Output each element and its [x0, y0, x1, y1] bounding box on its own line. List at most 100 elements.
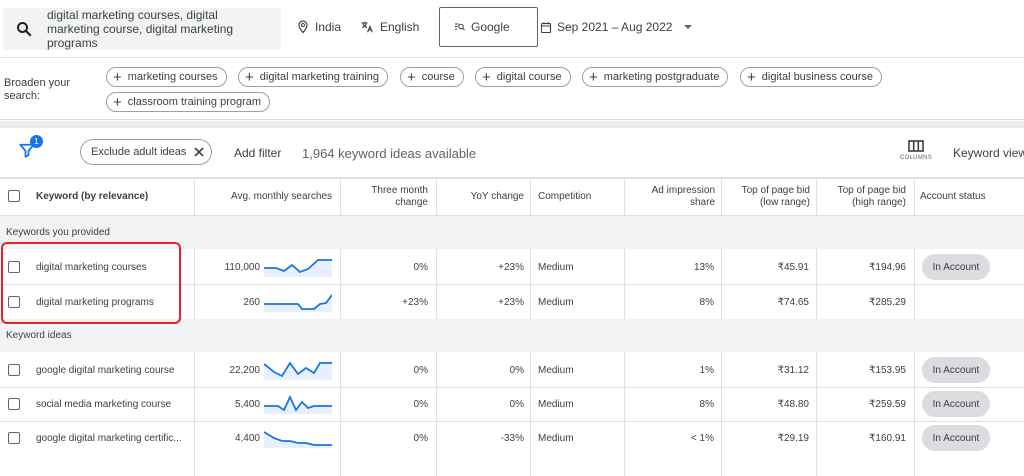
competition-cell: Medium [538, 261, 574, 273]
yoy-cell: 0% [509, 364, 524, 376]
select-all-checkbox[interactable] [8, 190, 20, 202]
search-text[interactable]: digital marketing courses, digital marke… [47, 8, 267, 50]
keyword-cell: social media marketing course [36, 398, 172, 410]
chip-label: classroom training program [127, 96, 262, 108]
col-header-impression-share[interactable]: Ad impression share [628, 179, 715, 215]
table-row[interactable]: google digital marketing course 22,200 0… [0, 353, 1024, 387]
col-header-bid-high[interactable]: Top of page bid (high range) [820, 179, 906, 215]
broaden-chip[interactable]: + marketing postgraduate [582, 67, 729, 87]
table-row[interactable]: google digital marketing certific... 4,4… [0, 421, 1024, 455]
col-header-three-month[interactable]: Three month change [342, 179, 428, 215]
bid-low-cell: ₹31.12 [777, 364, 809, 376]
bid-high-cell: ₹259.59 [869, 398, 906, 410]
trend-sparkline [264, 431, 332, 448]
keyword-search-box[interactable]: digital marketing courses, digital marke… [3, 8, 281, 50]
search-network-selector[interactable]: Google [439, 7, 538, 47]
header-text: Three month [371, 185, 428, 196]
col-header-account-status[interactable]: Account status [920, 179, 1020, 215]
date-range-selector[interactable]: Sep 2021 – Aug 2022 [540, 20, 699, 34]
filter-toolbar: 1 Exclude adult ideas Add filter 1,964 k… [0, 128, 1024, 178]
trend-sparkline [264, 294, 332, 312]
filter-count-badge: 1 [30, 135, 43, 148]
columns-button[interactable]: COLUMNS [896, 140, 936, 161]
engine-label: Google [471, 20, 510, 34]
columns-label: COLUMNS [899, 155, 933, 161]
chip-label: digital business course [761, 71, 874, 83]
broaden-chip[interactable]: + digital course [475, 67, 571, 87]
keyword-cell: google digital marketing course [36, 364, 175, 376]
keyword-view-selector[interactable]: Keyword view [953, 146, 1024, 160]
trend-sparkline [264, 394, 332, 414]
col-header-competition[interactable]: Competition [538, 179, 618, 215]
trend-sparkline [264, 361, 332, 380]
plus-icon: + [747, 68, 756, 86]
bid-low-cell: ₹29.19 [777, 432, 809, 444]
chip-label: course [421, 71, 455, 83]
yoy-cell: +23% [498, 261, 524, 273]
in-account-badge: In Account [922, 391, 990, 417]
plus-icon: + [245, 68, 254, 86]
impression-share-cell: 13% [693, 261, 714, 273]
bid-high-cell: ₹153.95 [869, 364, 906, 376]
impression-share-cell: 8% [699, 296, 714, 308]
location-pin-icon [298, 20, 308, 34]
bid-low-cell: ₹48.80 [777, 398, 809, 410]
plus-icon: + [407, 68, 416, 86]
exclude-chip-label: Exclude adult ideas [91, 146, 187, 158]
search-network-icon [455, 23, 465, 31]
add-filter-button[interactable]: Add filter [234, 146, 281, 160]
dropdown-arrow-icon [684, 25, 693, 29]
header-text: share [689, 197, 715, 208]
col-header-yoy[interactable]: YoY change [438, 179, 524, 215]
bid-high-cell: ₹160.91 [869, 432, 906, 444]
highlight-annotation [1, 242, 181, 324]
header-text: (low range) [759, 197, 810, 208]
language-selector[interactable]: English [360, 20, 419, 34]
col-header-keyword[interactable]: Keyword (by relevance) [36, 179, 186, 215]
header-text: Top of page bid [741, 185, 810, 196]
calendar-icon [540, 21, 552, 33]
bid-high-cell: ₹285.29 [869, 296, 906, 308]
trend-sparkline [264, 259, 332, 277]
plus-icon: + [113, 93, 122, 111]
row-checkbox[interactable] [8, 432, 20, 444]
avg-searches-cell: 22,200 [229, 364, 260, 376]
col-header-avg-searches[interactable]: Avg. monthly searches [196, 179, 332, 215]
close-icon[interactable] [194, 147, 204, 157]
in-account-badge: In Account [922, 425, 990, 451]
header-text: (high range) [852, 197, 906, 208]
broaden-chip[interactable]: + marketing courses [106, 67, 227, 87]
broaden-chip[interactable]: + course [400, 67, 464, 87]
impression-share-cell: 8% [699, 398, 714, 410]
bid-low-cell: ₹74.65 [777, 296, 809, 308]
broaden-label: Broaden your search: [4, 77, 71, 102]
table-row[interactable]: social media marketing course 5,400 0% 0… [0, 387, 1024, 421]
ideas-count: 1,964 keyword ideas available [302, 146, 477, 161]
yoy-cell: 0% [509, 398, 524, 410]
chip-label: digital course [496, 71, 562, 83]
date-range-label: Sep 2021 – Aug 2022 [557, 20, 673, 34]
exclude-adult-chip[interactable]: Exclude adult ideas [80, 139, 212, 165]
broaden-chip[interactable]: + classroom training program [106, 92, 271, 112]
header-text: Top of page bid [837, 185, 906, 196]
bid-high-cell: ₹194.96 [869, 261, 906, 273]
row-checkbox[interactable] [8, 364, 20, 376]
avg-searches-cell: 5,400 [234, 398, 260, 410]
three-month-cell: 0% [413, 261, 428, 273]
translate-icon [361, 21, 373, 33]
competition-cell: Medium [538, 398, 574, 410]
row-checkbox[interactable] [8, 398, 20, 410]
columns-icon [908, 140, 924, 152]
competition-cell: Medium [538, 364, 574, 376]
plus-icon: + [113, 68, 122, 86]
plus-icon: + [482, 68, 491, 86]
location-selector[interactable]: India [297, 20, 341, 34]
col-header-bid-low[interactable]: Top of page bid (low range) [725, 179, 810, 215]
header-text: change [395, 197, 428, 208]
broaden-chip[interactable]: + digital business course [740, 67, 883, 87]
three-month-cell: +23% [402, 296, 428, 308]
plus-icon: + [589, 68, 598, 86]
header-text: Ad impression [651, 185, 715, 196]
broaden-chip[interactable]: + digital marketing training [238, 67, 388, 87]
search-icon [15, 20, 39, 38]
